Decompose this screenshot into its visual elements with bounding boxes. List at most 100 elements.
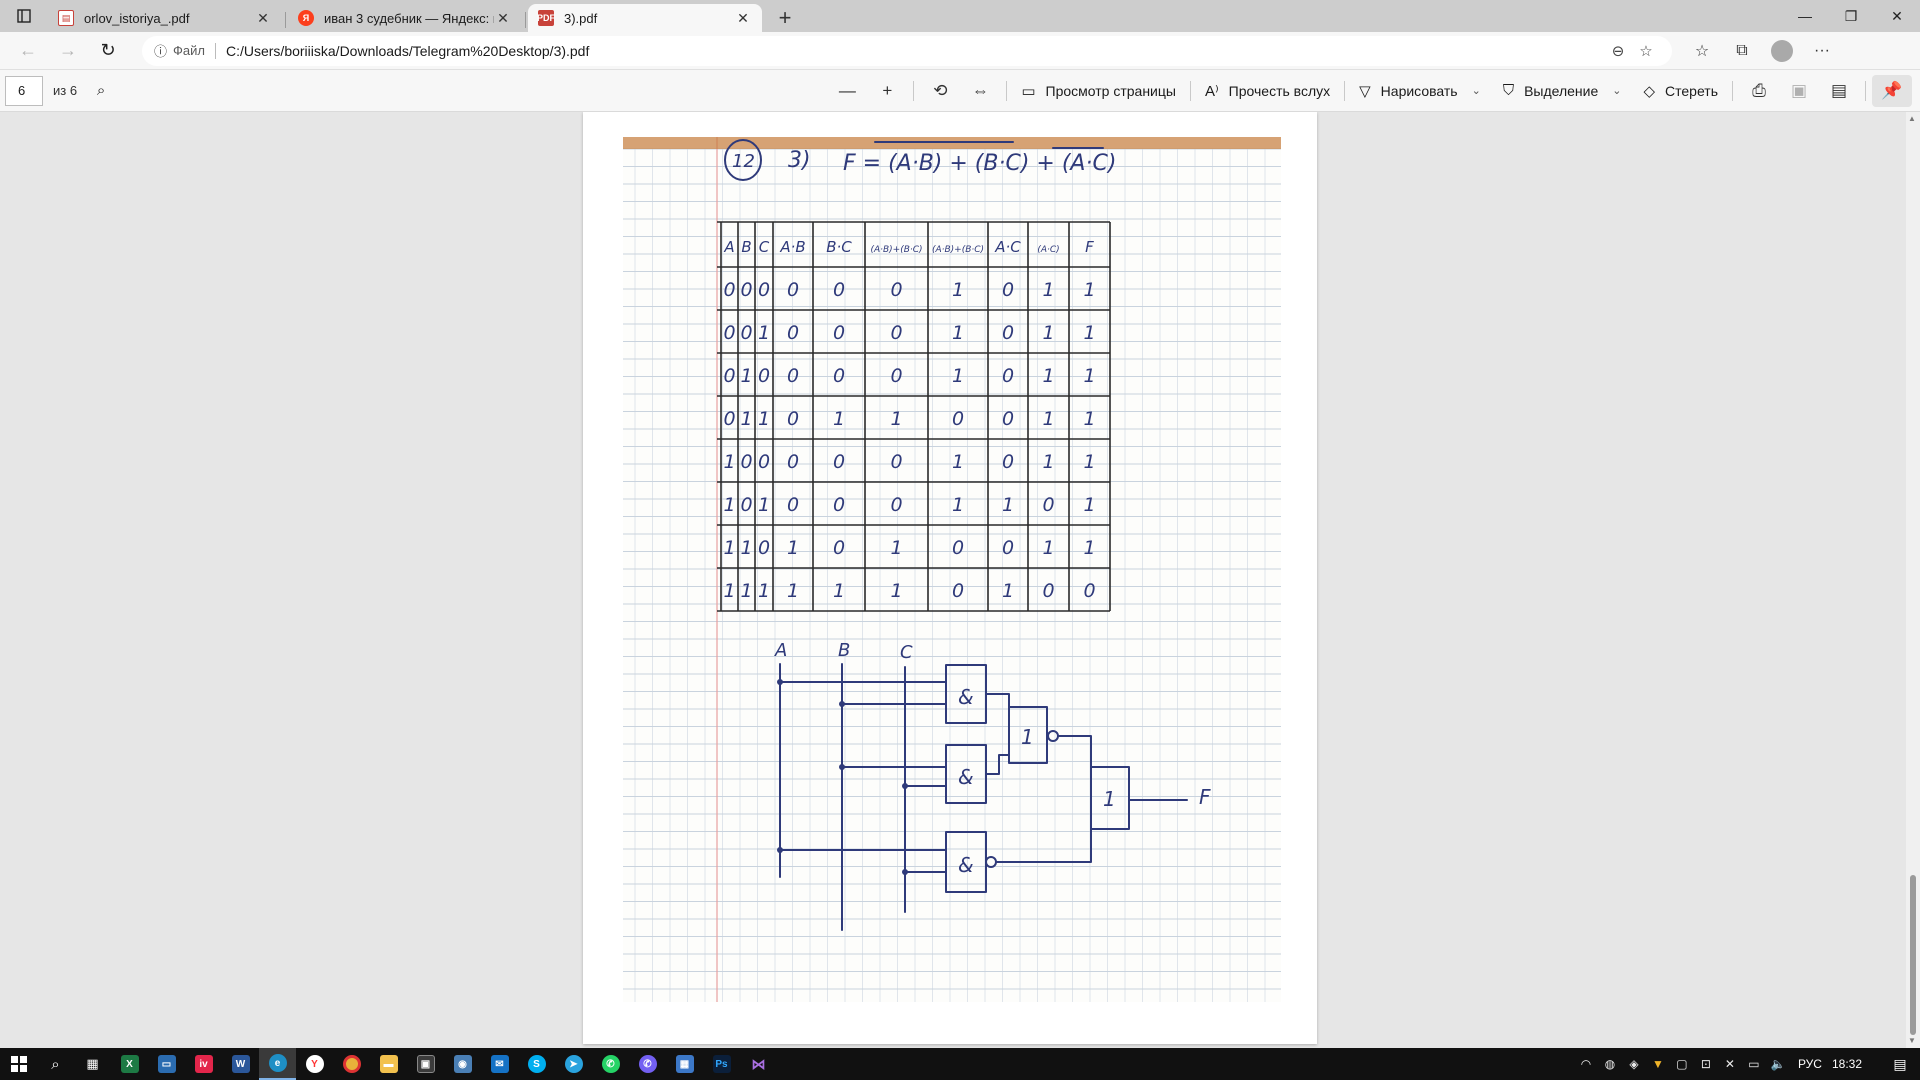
volume-icon[interactable]: 🔈 <box>1766 1057 1790 1071</box>
save-icon[interactable]: ▣ <box>1779 75 1819 107</box>
restore-button[interactable]: ❐ <box>1828 0 1874 32</box>
fit-page-icon[interactable]: ⇔ <box>960 75 1000 107</box>
windows-icon <box>10 1056 27 1072</box>
vpn-icon[interactable]: ◈ <box>1622 1057 1646 1071</box>
vertical-scrollbar[interactable]: ▲ ▼ <box>1906 112 1920 1048</box>
network-icon[interactable]: ◠ <box>1574 1057 1598 1071</box>
taskbar: ⌕ ▦ X ▭ iv W e Y ▬ ▣ ◉ ✉ S ➤ ✆ ✆ ▦ Ps ⋈ … <box>0 1048 1920 1080</box>
page-total: из 6 <box>53 83 78 98</box>
highlight-button[interactable]: ⛉ Выделение <box>1495 75 1606 107</box>
page-view-button[interactable]: ▭ Просмотр страницы <box>1013 75 1184 107</box>
chevron-down-icon[interactable]: ⌄ <box>1612 84 1621 97</box>
table-header-cell: (A·B)+(B·C) <box>870 245 922 255</box>
tab-3-pdf[interactable]: PDF 3).pdf ✕ <box>528 4 762 32</box>
app-tray-icon[interactable]: ◍ <box>1598 1057 1622 1071</box>
more-icon[interactable]: ··· <box>1802 35 1842 67</box>
table-cell: 0 <box>787 365 799 387</box>
notifications-icon[interactable]: ▤ <box>1880 1056 1920 1073</box>
taskbar-word[interactable]: W <box>222 1048 259 1080</box>
table-cell: 1 <box>890 537 902 559</box>
taskbar-chrome[interactable] <box>333 1048 370 1080</box>
scroll-down-icon[interactable]: ▼ <box>1908 1036 1916 1045</box>
task-view-button[interactable]: ▦ <box>74 1048 111 1080</box>
search-icon[interactable]: ⌕ <box>83 82 119 99</box>
taskbar-whatsapp[interactable]: ✆ <box>592 1048 629 1080</box>
rotate-icon[interactable]: ⟲ <box>920 75 960 107</box>
tab-yandex-search[interactable]: Я иван 3 судебник — Яндекс: нашлось ✕ <box>288 4 526 32</box>
chevron-down-icon[interactable]: ⌄ <box>1472 84 1481 97</box>
close-icon[interactable]: ✕ <box>254 10 272 27</box>
device-icon[interactable]: ▢ <box>1670 1057 1694 1071</box>
avatar[interactable] <box>1771 39 1793 62</box>
scroll-up-icon[interactable]: ▲ <box>1908 114 1916 123</box>
table-cell: 1 <box>1042 537 1054 559</box>
output-label: F <box>1199 785 1211 809</box>
wifi-icon[interactable]: ▼ <box>1646 1057 1670 1071</box>
highlight-icon: ⛉ <box>1502 82 1515 99</box>
draw-button[interactable]: ▽ Нарисовать <box>1351 75 1465 107</box>
tab-actions-button[interactable] <box>0 0 48 32</box>
ivi-icon: iv <box>194 1055 213 1073</box>
display-icon[interactable]: ⊡ <box>1694 1057 1718 1071</box>
battery-icon[interactable]: ▭ <box>1742 1057 1766 1071</box>
taskbar-mail[interactable]: ✉ <box>481 1048 518 1080</box>
print-icon[interactable]: ⎙ <box>1739 75 1779 107</box>
taskbar-telegram[interactable]: ➤ <box>555 1048 592 1080</box>
page-view-label: Просмотр страницы <box>1045 82 1176 99</box>
start-button[interactable] <box>0 1048 37 1080</box>
excel-icon: X <box>120 1055 139 1073</box>
taskbar-edge[interactable]: e <box>259 1048 296 1080</box>
table-cell: 0 <box>833 365 845 387</box>
favorites-icon[interactable]: ☆ <box>1682 35 1722 67</box>
scrollbar-thumb[interactable] <box>1910 875 1916 1035</box>
collections-icon[interactable]: ⧉ <box>1722 35 1762 67</box>
close-window-button[interactable]: ✕ <box>1874 0 1920 32</box>
zoom-out-icon[interactable]: ⊖ <box>1604 42 1632 60</box>
new-tab-button[interactable]: + <box>768 4 802 32</box>
zoom-in-icon[interactable]: + <box>867 75 907 107</box>
pin-toolbar-icon[interactable]: 📌 <box>1872 74 1912 107</box>
tab-orlov-pdf[interactable]: ▤ orlov_istoriya_.pdf ✕ <box>48 4 286 32</box>
table-cell: 1 <box>740 365 752 387</box>
page-number-input[interactable]: 6 <box>5 75 43 106</box>
url-text[interactable]: C:/Users/boriiiska/Downloads/Telegram%20… <box>226 43 1604 59</box>
pdf-toolbar: 6 из 6 ⌕ — + ⟲ ⇔ ▭ Просмотр страницы A⁾ … <box>0 70 1920 112</box>
erase-button[interactable]: ◇ Стереть <box>1635 75 1726 107</box>
taskbar-calculator[interactable]: ▦ <box>666 1048 703 1080</box>
search-button[interactable]: ⌕ <box>37 1048 74 1080</box>
mute-icon[interactable]: ✕ <box>1718 1057 1742 1071</box>
zoom-out-icon[interactable]: — <box>827 75 867 107</box>
taskbar-camera[interactable]: ◉ <box>444 1048 481 1080</box>
taskbar-photoshop[interactable]: Ps <box>703 1048 740 1080</box>
pdf-viewer[interactable]: 12 3) F = (A·B) + (B·C) + (A·C) A B C A·B B·… <box>0 112 1920 1048</box>
taskbar-excel[interactable]: X <box>111 1048 148 1080</box>
taskbar-store[interactable]: ▣ <box>407 1048 444 1080</box>
info-icon[interactable]: ⓘ <box>154 41 167 60</box>
taskbar-explorer[interactable]: ▬ <box>370 1048 407 1080</box>
and-gate-label: & <box>958 765 974 789</box>
table-cell: 1 <box>740 537 752 559</box>
table-cell: 1 <box>952 451 964 473</box>
taskbar-app-blue[interactable]: ▭ <box>148 1048 185 1080</box>
address-bar: ← → ↻ ⓘ Файл C:/Users/boriiiska/Download… <box>0 32 1920 70</box>
table-cell: 0 <box>1042 580 1054 602</box>
taskbar-visual-studio[interactable]: ⋈ <box>740 1048 777 1080</box>
close-icon[interactable]: ✕ <box>734 10 752 27</box>
add-favorite-icon[interactable]: ☆ <box>1632 42 1660 60</box>
taskbar-yandex[interactable]: Y <box>296 1048 333 1080</box>
taskbar-ivi[interactable]: iv <box>185 1048 222 1080</box>
taskbar-skype[interactable]: S <box>518 1048 555 1080</box>
forward-button[interactable]: → <box>48 35 88 67</box>
close-icon[interactable]: ✕ <box>494 10 512 27</box>
language-indicator[interactable]: РУС <box>1798 1057 1822 1071</box>
app-icon: ▭ <box>157 1055 176 1073</box>
sub-number: 3) <box>788 148 811 173</box>
back-button[interactable]: ← <box>8 35 48 67</box>
read-aloud-button[interactable]: A⁾ Прочесть вслух <box>1197 75 1338 107</box>
taskbar-viber[interactable]: ✆ <box>629 1048 666 1080</box>
reload-button[interactable]: ↻ <box>88 35 128 67</box>
save-as-icon[interactable]: ▤ <box>1819 75 1859 107</box>
omnibox[interactable]: ⓘ Файл C:/Users/boriiiska/Downloads/Tele… <box>142 35 1672 66</box>
minimize-button[interactable]: — <box>1782 0 1828 32</box>
clock[interactable]: 18:32 <box>1832 1057 1862 1071</box>
